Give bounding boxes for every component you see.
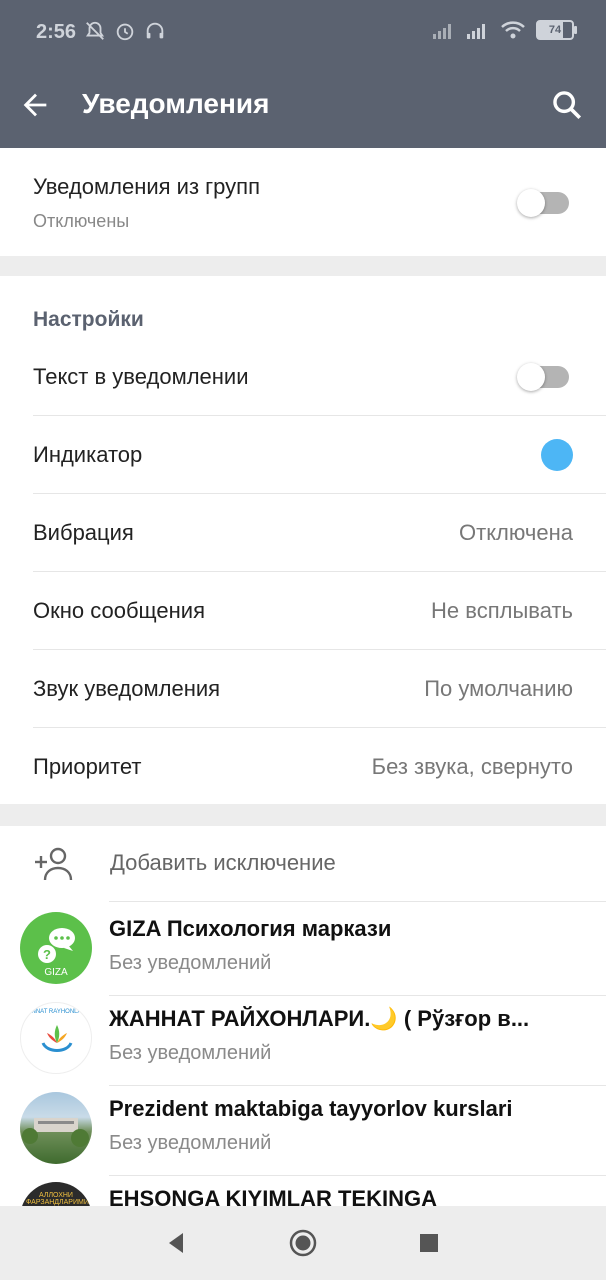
signal-icon — [467, 24, 485, 39]
priority-value: Без звука, свернуто — [371, 754, 573, 779]
text-in-notification-toggle[interactable] — [517, 363, 569, 391]
home-nav-icon[interactable] — [288, 1228, 318, 1258]
alarm-icon — [116, 23, 134, 41]
sound-row[interactable]: Звук уведомления По умолчанию — [33, 650, 573, 728]
battery-level: 74 — [548, 24, 562, 36]
priority-row[interactable]: Приоритет Без звука, свернуто — [33, 728, 573, 806]
indicator-label: Индикатор — [33, 442, 143, 467]
settings-header: Настройки — [33, 308, 144, 331]
group-notifications-sub: Отключены — [33, 211, 130, 231]
chat-item-prezident[interactable]: Prezident maktabiga tayyorlov kurslari Б… — [0, 1086, 606, 1176]
popup-row[interactable]: Окно сообщения Не всплывать — [33, 572, 573, 650]
chat-status: Без уведомлений — [109, 1042, 272, 1064]
chat-name: GIZA Психология маркази — [109, 916, 392, 941]
avatar: JANNAT RAYHONLARI — [20, 1002, 92, 1074]
chat-name: ЖАННАТ РАЙХОНЛАРИ.🌙 ( Рўзғор в... — [109, 1006, 530, 1031]
page-title: Уведомления — [82, 88, 270, 119]
navigation-bar — [0, 1206, 606, 1280]
chat-item-jannat[interactable]: JANNAT RAYHONLARI ЖАННАТ РАЙХОНЛАРИ.🌙 ( … — [0, 996, 606, 1086]
group-notifications-row[interactable]: Уведомления из групп Отключены — [0, 148, 606, 256]
wifi-icon — [501, 21, 525, 39]
settings-section: Настройки Текст в уведомлении Индикатор … — [0, 276, 606, 804]
headset-icon — [146, 22, 164, 39]
app-bar: Уведомления — [0, 62, 606, 148]
group-notifications-label: Уведомления из групп — [33, 174, 260, 199]
toggle-knob — [517, 363, 545, 391]
indicator-color-dot — [541, 439, 573, 471]
divider — [109, 901, 606, 902]
vibration-row[interactable]: Вибрация Отключена — [33, 494, 573, 572]
popup-label: Окно сообщения — [33, 598, 205, 623]
group-notifications-toggle[interactable] — [517, 189, 569, 217]
search-icon[interactable] — [550, 88, 584, 122]
recents-nav-icon[interactable] — [419, 1233, 439, 1253]
status-time: 2:56 — [36, 21, 77, 43]
avatar: ? GIZA — [20, 912, 92, 984]
section-gap — [0, 804, 606, 826]
bell-off-icon — [85, 21, 105, 40]
popup-value: Не всплывать — [431, 598, 573, 623]
avatar-text: АЛЛОХНИ ФАРЗАНДЛАРИМИ — [26, 1192, 89, 1206]
chat-status: Без уведомлений — [109, 1132, 272, 1154]
vibration-label: Вибрация — [33, 520, 134, 545]
text-in-notification-label: Текст в уведомлении — [33, 364, 249, 389]
add-user-icon — [35, 847, 73, 881]
add-exception-label: Добавить исключение — [110, 850, 336, 875]
add-exception-button[interactable]: Добавить исключение — [0, 826, 606, 902]
signal-icon — [433, 24, 451, 39]
arrow-left-icon[interactable] — [18, 88, 52, 122]
chat-item-giza[interactable]: ? GIZA GIZA Психология маркази Без уведо… — [0, 906, 606, 996]
avatar — [20, 1092, 92, 1164]
battery-icon: 74 — [536, 20, 577, 40]
chat-name: Prezident maktabiga tayyorlov kurslari — [109, 1096, 513, 1121]
priority-label: Приоритет — [33, 754, 142, 779]
avatar-text: GIZA — [44, 967, 68, 978]
status-bar: 2:56 74 — [0, 0, 606, 62]
group-notifications-section: Уведомления из групп Отключены — [0, 148, 606, 256]
svg-text:?: ? — [43, 947, 51, 962]
sound-label: Звук уведомления — [33, 676, 221, 701]
sound-value: По умолчанию — [424, 676, 573, 701]
vibration-value: Отключена — [459, 520, 573, 545]
chat-status: Без уведомлений — [109, 952, 272, 974]
section-gap — [0, 256, 606, 276]
avatar-text: JANNAT RAYHONLARI — [24, 1009, 88, 1015]
toggle-knob — [517, 189, 545, 217]
back-nav-icon[interactable] — [165, 1231, 187, 1255]
building-photo — [22, 1118, 89, 1147]
text-in-notification-row[interactable]: Текст в уведомлении — [33, 354, 573, 400]
indicator-row[interactable]: Индикатор — [33, 416, 573, 494]
